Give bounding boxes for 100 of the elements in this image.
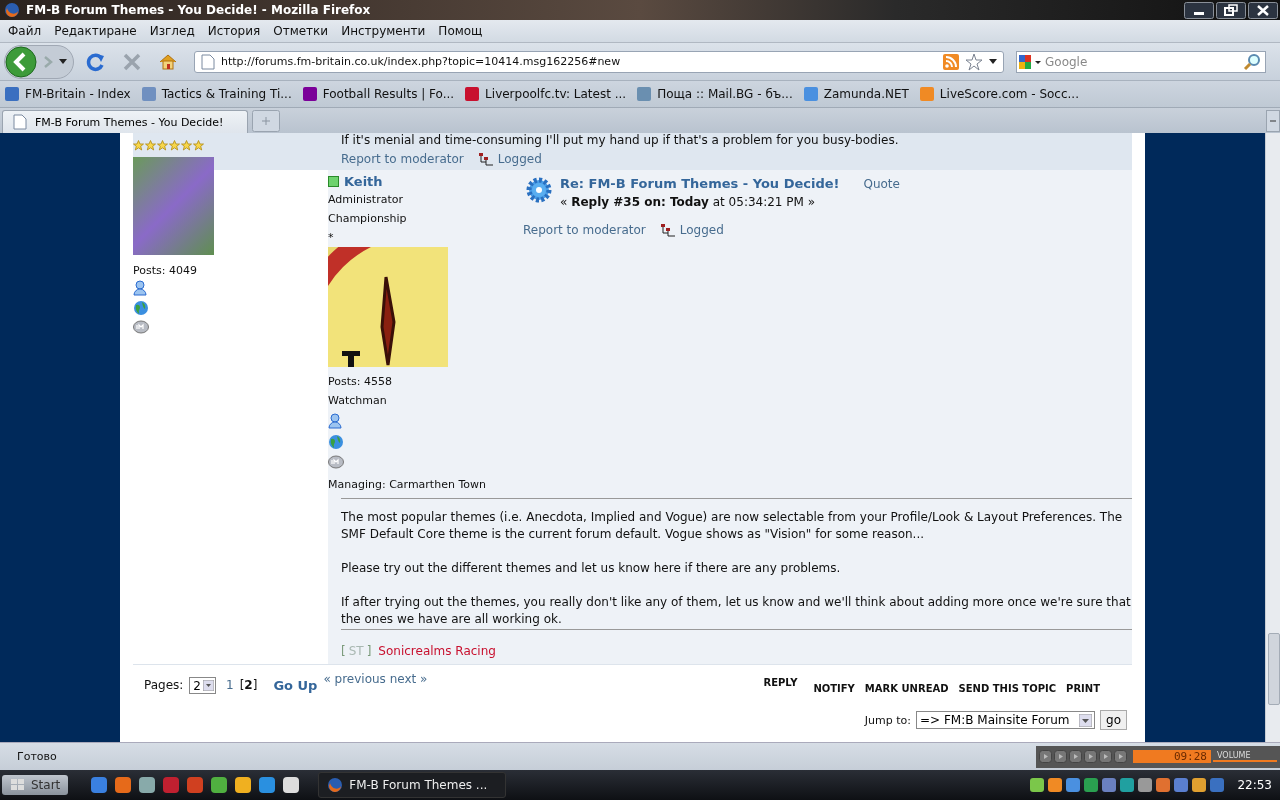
- signature-bracket: [: [341, 644, 346, 658]
- menu-item[interactable]: Помощ: [433, 24, 491, 38]
- profile-icon[interactable]: [133, 280, 147, 296]
- pages-label: Pages:: [144, 677, 184, 694]
- bookmark-item[interactable]: Liverpoolfc.tv: Latest ...: [464, 86, 627, 102]
- player-control-button[interactable]: [1099, 750, 1112, 763]
- star-icon: [133, 140, 144, 151]
- browser-tab[interactable]: FM-B Forum Themes - You Decide!: [2, 110, 248, 133]
- app-icon[interactable]: [114, 776, 133, 794]
- message-icon[interactable]: [328, 455, 344, 469]
- player-time: 09:28: [1133, 750, 1211, 763]
- tray-icon[interactable]: [1065, 777, 1082, 793]
- logged-label: Logged: [497, 152, 542, 166]
- app-icon[interactable]: [138, 776, 157, 794]
- post-paragraph: Please try out the different themes and let us know here if there are any problems.: [341, 560, 842, 577]
- dropdown-caret-icon[interactable]: [989, 58, 997, 65]
- close-button[interactable]: [1248, 1, 1278, 19]
- go-button[interactable]: go: [1100, 710, 1127, 730]
- bookmark-item[interactable]: Поща :: Mail.BG - бъ...: [636, 86, 793, 102]
- tab-list-button[interactable]: [1266, 110, 1280, 132]
- go-up-link[interactable]: Go Up: [273, 677, 318, 694]
- post-title-link[interactable]: Re: FM-B Forum Themes - You Decide!: [560, 175, 840, 193]
- start-button[interactable]: Start: [2, 775, 69, 795]
- url-text: http://forums.fm-britain.co.uk/index.php?topic=10414.msg162256#new: [221, 55, 622, 68]
- tray-icon[interactable]: [1173, 777, 1190, 793]
- tray-icon[interactable]: [1137, 777, 1154, 793]
- message-icon[interactable]: [133, 320, 149, 334]
- restore-button[interactable]: [1216, 1, 1246, 19]
- star-icon: [181, 140, 192, 151]
- scroll-thumb[interactable]: [1268, 633, 1280, 705]
- menu-item[interactable]: Отметки: [268, 24, 337, 38]
- firefox-icon: [4, 2, 20, 18]
- action-link[interactable]: REPLY: [763, 677, 798, 694]
- star-icon: [157, 140, 168, 151]
- app-icon[interactable]: [210, 776, 229, 794]
- player-control-button[interactable]: [1054, 750, 1067, 763]
- taskbar-window-button[interactable]: FM-B Forum Themes ...: [318, 772, 507, 798]
- tray-icon[interactable]: [1047, 777, 1064, 793]
- star-icon: [169, 140, 180, 151]
- player-control-button[interactable]: [1039, 750, 1052, 763]
- tray-icon[interactable]: [1119, 777, 1136, 793]
- window-title: FM-B Forum Themes - You Decide! - Mozilla Firefox: [26, 3, 372, 17]
- post-count: Posts: 4558: [328, 374, 393, 390]
- bookmark-item[interactable]: Tactics & Training Ti...: [140, 86, 292, 102]
- search-icon[interactable]: [1243, 52, 1261, 71]
- page-select[interactable]: 2: [189, 677, 216, 694]
- page-link[interactable]: 1: [226, 677, 234, 694]
- forum-select[interactable]: => FM:B Mainsite Forum: [916, 711, 1096, 729]
- app-icon[interactable]: [282, 776, 301, 794]
- menu-item[interactable]: Файл: [3, 24, 50, 38]
- signature-link[interactable]: Sonicrealms Racing: [378, 644, 496, 658]
- globe-icon[interactable]: [133, 300, 149, 316]
- menu-item[interactable]: Редактиране: [49, 24, 145, 38]
- minimize-button[interactable]: [1184, 1, 1214, 19]
- tray-icon[interactable]: [1101, 777, 1118, 793]
- dropdown-caret-icon: [203, 680, 214, 691]
- tray-icon[interactable]: [1191, 777, 1208, 793]
- signature-tag: ST: [348, 644, 364, 658]
- post-count: Posts: 4049: [133, 263, 198, 278]
- star-icon: [145, 140, 156, 151]
- back-forward-control[interactable]: [4, 44, 74, 79]
- scrollbar[interactable]: [1265, 133, 1280, 742]
- author-name[interactable]: Keith: [344, 174, 383, 189]
- quote-link[interactable]: Quote: [863, 177, 900, 191]
- tray-icon[interactable]: [1155, 777, 1172, 793]
- player-control-button[interactable]: [1114, 750, 1127, 763]
- action-link[interactable]: NOTIFY: [813, 683, 855, 694]
- dropdown-caret-icon[interactable]: [59, 58, 67, 65]
- menu-item[interactable]: Изглед: [144, 24, 203, 38]
- player-control-button[interactable]: [1069, 750, 1082, 763]
- tray-icon[interactable]: [1083, 777, 1100, 793]
- globe-icon[interactable]: [328, 434, 344, 450]
- action-link[interactable]: SEND THIS TOPIC: [958, 683, 1057, 694]
- menu-item[interactable]: История: [202, 24, 269, 38]
- menu-item[interactable]: Инструменти: [336, 24, 434, 38]
- bookmark-item[interactable]: Football Results | Fo...: [301, 86, 455, 102]
- bookmark-item[interactable]: FM-Britain - Index: [4, 86, 131, 102]
- tray-icon[interactable]: [1209, 777, 1226, 793]
- action-link[interactable]: PRINT: [1066, 683, 1100, 694]
- previous-next-link[interactable]: « previous next »: [323, 672, 428, 686]
- tray-icon[interactable]: [1029, 777, 1046, 793]
- profile-icon[interactable]: [328, 413, 342, 429]
- bookmark-item[interactable]: Zamunda.NET: [802, 86, 909, 102]
- action-link[interactable]: MARK UNREAD: [864, 683, 949, 694]
- player-control-button[interactable]: [1084, 750, 1097, 763]
- volume-control[interactable]: VOLUME: [1213, 751, 1277, 762]
- search-engine-icon[interactable]: [1017, 52, 1043, 71]
- search-bar[interactable]: Google: [1016, 50, 1266, 73]
- signature-bracket: ]: [366, 644, 372, 658]
- jump-label: Jump to:: [864, 712, 912, 728]
- address-field[interactable]: http://forums.fm-britain.co.uk/index.php?topic=10414.msg162256#new: [194, 50, 1004, 73]
- app-icon[interactable]: [234, 776, 253, 794]
- bookmark-item[interactable]: LiveScore.com - Socc...: [918, 86, 1079, 102]
- reload-icon[interactable]: [86, 51, 106, 72]
- bookmark-icon: [140, 86, 157, 102]
- back-button[interactable]: [5, 45, 37, 78]
- star-icon[interactable]: [965, 52, 983, 71]
- post-paragraph: The most popular themes (i.e. Anecdota, Implied and Vogue) are now selectable from your Profile/Look & Layout Preferences. The SMF Default Core theme is the current forum default. Vogue shows as "Vision" for some reason...: [341, 509, 1124, 543]
- report-link[interactable]: Report to moderator: [523, 223, 646, 237]
- report-link[interactable]: Report to moderator: [341, 152, 464, 166]
